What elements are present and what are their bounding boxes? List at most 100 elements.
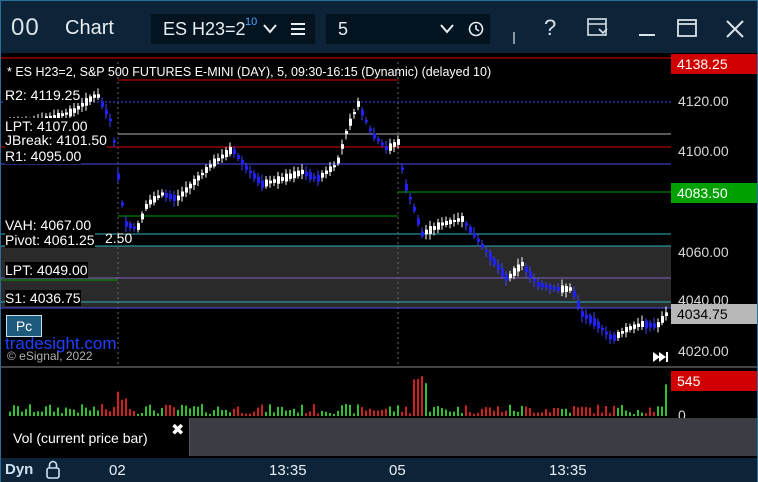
chevron-down-icon[interactable] [440, 24, 454, 34]
price-tick: 4120.00 [678, 93, 729, 109]
candle-body [149, 199, 152, 205]
volume-bar [145, 406, 147, 416]
candle-body [417, 218, 420, 225]
volume-bar [589, 407, 591, 416]
dyn-label[interactable]: Dyn [5, 461, 33, 478]
volume-bar [177, 409, 179, 416]
candle-body [181, 191, 184, 197]
candle-body [473, 233, 476, 237]
candle-body [217, 157, 220, 162]
time-axis-bar[interactable]: Dyn 02 13:35 05 13:35 [1, 458, 757, 482]
volume-bar [389, 406, 391, 416]
volume-bar [573, 406, 575, 416]
volume-bar [661, 406, 663, 416]
volume-bar [533, 412, 535, 416]
volume-bar [545, 409, 547, 416]
volume-bar [405, 406, 407, 416]
link-icon[interactable] [509, 31, 519, 45]
volume-bar [185, 405, 187, 416]
volume-bar [577, 407, 579, 416]
volume-bar [397, 405, 399, 416]
volume-bar [557, 407, 559, 416]
volume-bar [261, 404, 263, 416]
volume-bar [493, 410, 495, 416]
volume-bar [537, 412, 539, 416]
candle-body [329, 166, 332, 173]
candle-body [661, 316, 664, 323]
volume-bar [341, 405, 343, 416]
volume-bar [265, 411, 267, 416]
volume-bar [181, 404, 183, 416]
volume-bar [209, 413, 211, 416]
volume-bar [477, 412, 479, 416]
volume-bar [457, 406, 459, 416]
candle-body [577, 300, 580, 308]
volume-bar [465, 405, 467, 416]
volume-bar [73, 409, 75, 416]
minimize-icon[interactable] [637, 19, 657, 37]
candle-body [469, 226, 472, 233]
maximize-icon[interactable] [677, 19, 697, 37]
app-icon[interactable]: 00 [11, 14, 40, 42]
candle-body [61, 113, 64, 117]
volume-bar [301, 404, 303, 416]
volume-bar [289, 410, 291, 416]
clock-icon[interactable] [468, 21, 484, 37]
candle-body [261, 180, 264, 188]
volume-bar [401, 411, 403, 416]
candle-body [245, 165, 248, 170]
time-tick: 05 [389, 462, 406, 479]
interval-selector[interactable]: 5 [326, 14, 490, 44]
volume-bar [257, 407, 259, 416]
volume-bar [509, 404, 511, 416]
title-bar: 00 Chart ES H23=2 10 5 ? [1, 1, 757, 53]
symbol-selector[interactable]: ES H23=2 10 [151, 14, 315, 44]
candle-body [641, 321, 644, 327]
close-icon[interactable]: ✖ [171, 420, 184, 440]
lock-icon[interactable] [45, 460, 61, 480]
chevron-down-icon[interactable] [263, 24, 277, 34]
volume-bar [161, 407, 163, 416]
candle-body [649, 322, 652, 328]
volume-bar [13, 405, 15, 416]
candle-body [505, 274, 508, 281]
volume-bar [201, 404, 203, 416]
candle-body [545, 284, 548, 288]
volume-study-tab[interactable]: Vol (current price bar) ✖ [1, 418, 190, 456]
price-plot[interactable] [1, 54, 757, 459]
volume-bar [617, 407, 619, 416]
volume-bar [529, 408, 531, 416]
volume-bar [117, 391, 119, 416]
close-icon[interactable] [725, 19, 745, 39]
help-icon[interactable]: ? [544, 15, 556, 41]
chart-area[interactable]: * ES H23=2, S&P 500 FUTURES E-MINI (DAY)… [1, 54, 757, 459]
candle-body [173, 195, 176, 201]
template-icon[interactable] [587, 18, 609, 38]
level-label-r2: R2: 4119.25 [5, 87, 81, 103]
candle-body [109, 118, 112, 122]
candle-body [653, 323, 656, 328]
candle-body [345, 130, 348, 135]
level-label-vah: VAH: 4067.00 [5, 217, 92, 233]
candle-body [389, 143, 392, 151]
candle-body [349, 118, 352, 126]
list-icon[interactable] [291, 22, 305, 36]
volume-bar [521, 405, 523, 416]
volume-bar [381, 409, 383, 416]
volume-bar [621, 404, 623, 416]
scroll-to-end-icon[interactable] [651, 350, 669, 364]
candle-body [137, 223, 140, 230]
volume-bar [37, 411, 39, 416]
volume-bar [97, 410, 99, 416]
volume-bar [393, 411, 395, 416]
volume-bar [149, 404, 151, 416]
candle-body [77, 105, 80, 110]
candle-body [453, 219, 456, 223]
volume-bar [273, 412, 275, 416]
candle-body [293, 171, 296, 179]
volume-bar [253, 411, 255, 416]
candle-body [325, 170, 328, 174]
volume-bar [565, 408, 567, 416]
candle-body [357, 101, 360, 107]
candle-body [517, 264, 520, 272]
